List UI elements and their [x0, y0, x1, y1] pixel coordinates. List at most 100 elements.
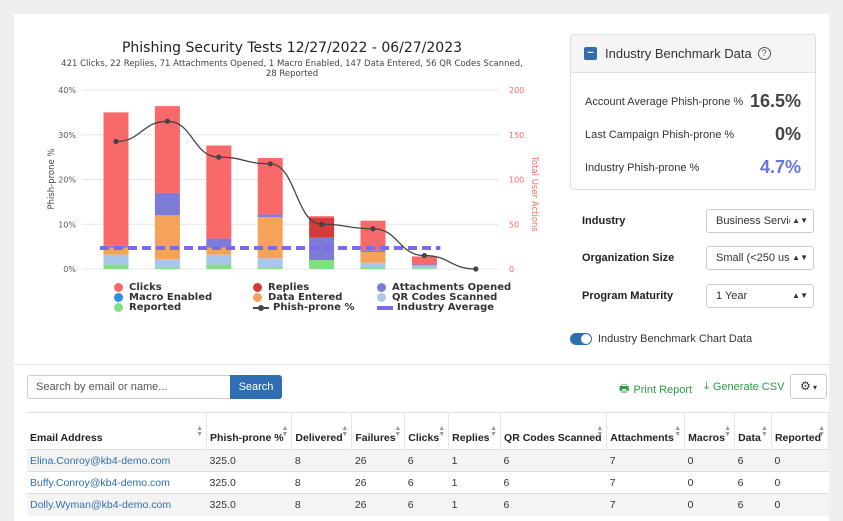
phish-prone-point[interactable]	[421, 252, 427, 259]
sort-icon[interactable]: ▲ ▼	[490, 425, 497, 438]
phish-prone-point[interactable]	[267, 161, 273, 167]
sort-icon[interactable]: ▲ ▼	[196, 425, 203, 438]
benchmark-header[interactable]: − Industry Benchmark Data ?	[571, 35, 815, 73]
benchmark-title: Industry Benchmark Data	[605, 46, 752, 61]
program-maturity-select[interactable]: 1 Year ▲▼	[706, 284, 814, 308]
legend-label: Industry Average	[397, 302, 495, 313]
phish-prone-point[interactable]	[319, 221, 325, 227]
column-header-label: Phish-prone %	[210, 432, 284, 444]
organization-size-select[interactable]: Small (<250 users) ▲▼	[706, 246, 814, 270]
table-cell: 0	[771, 471, 829, 494]
industry-select[interactable]: Business Services ▲▼	[706, 209, 814, 233]
bar-segment-qr-codes-scanned[interactable]	[411, 265, 437, 269]
help-icon[interactable]: ?	[757, 47, 771, 60]
legend-item-phish-prone-[interactable]: Phish-prone %	[253, 302, 354, 313]
sort-icon[interactable]: ▲ ▼	[341, 425, 348, 438]
bar-segment-qr-codes-scanned[interactable]	[103, 254, 129, 265]
sort-icon[interactable]: ▲ ▼	[818, 425, 825, 438]
bar-segment-reported[interactable]	[257, 267, 283, 269]
legend-item-industry-average[interactable]: Industry Average	[377, 302, 494, 313]
column-header[interactable]: Failures ▲ ▼	[351, 412, 406, 450]
search-button[interactable]: Search	[230, 375, 282, 399]
column-header[interactable]: Attachments ▲ ▼	[606, 412, 686, 450]
sort-icon[interactable]: ▲ ▼	[394, 425, 401, 438]
bar-segment-clicks[interactable]	[360, 220, 386, 251]
benchmark-label: Account Average Phish-prone %	[585, 95, 744, 108]
bar-segment-reported[interactable]	[360, 267, 386, 269]
phish-prone-point[interactable]	[164, 118, 170, 124]
bar-segment-reported[interactable]	[103, 264, 129, 269]
bar-segment-data-entered[interactable]	[360, 251, 386, 263]
benchmark-row-industry: Industry Phish-prone % 4.7%	[585, 157, 801, 178]
column-header[interactable]: QR Codes Scanned ▲ ▼	[500, 412, 608, 450]
y-tick-right: 0	[509, 265, 514, 274]
table-cell: 6	[734, 471, 772, 494]
sort-icon[interactable]: ▲ ▼	[761, 425, 768, 438]
report-card: Phishing Security Tests 12/27/2022 - 06/…	[14, 14, 830, 521]
bar-segment-qr-codes-scanned[interactable]	[154, 259, 180, 268]
y-tick-left: 30%	[58, 131, 76, 140]
phish-prone-point[interactable]	[216, 154, 222, 160]
email-link[interactable]: Dolly.Wyman@kb4-demo.com	[27, 493, 207, 516]
sort-icon[interactable]: ▲ ▼	[438, 425, 445, 438]
phish-prone-point[interactable]	[370, 226, 376, 232]
bar-segment-qr-codes-scanned[interactable]	[206, 254, 232, 265]
search-input[interactable]	[27, 375, 231, 399]
table-cell: 8	[291, 471, 352, 494]
column-header[interactable]: Reported ▲ ▼	[771, 412, 830, 450]
bar-segment-attachments-opened[interactable]	[360, 250, 386, 252]
program-maturity-label: Program Maturity	[582, 290, 674, 302]
table-cell: 1	[448, 449, 501, 472]
bar-segment-reported[interactable]	[206, 264, 232, 269]
sort-icon[interactable]: ▲ ▼	[281, 425, 288, 438]
bar-segment-qr-codes-scanned[interactable]	[257, 258, 283, 268]
industry-benchmark-panel: − Industry Benchmark Data ? Account Aver…	[570, 34, 816, 190]
program-maturity-row: Program Maturity 1 Year ▲▼	[582, 284, 814, 308]
table-header-row: Email Address ▲ ▼ Phish-prone % ▲ ▼ Delivered ▲…	[27, 412, 830, 450]
industry-label: Industry	[582, 215, 626, 227]
collapse-icon[interactable]: −	[584, 47, 597, 60]
bar-segment-data-entered[interactable]	[257, 217, 283, 259]
bar-segment-reported[interactable]	[154, 267, 180, 269]
column-header[interactable]: Data ▲ ▼	[734, 412, 772, 450]
column-header[interactable]: Clicks ▲ ▼	[404, 412, 450, 450]
settings-dropdown-button[interactable]: ⚙ ▾	[790, 374, 827, 399]
sort-icon[interactable]: ▲ ▼	[724, 425, 731, 438]
table-cell: 8	[291, 449, 352, 472]
bar-segment-data-entered[interactable]	[154, 215, 180, 260]
table-cell: 6	[404, 449, 449, 472]
email-link[interactable]: Buffy.Conroy@kb4-demo.com	[27, 471, 207, 494]
generate-csv-link[interactable]: ⤓ Generate CSV	[704, 380, 784, 393]
table-cell: 0	[684, 449, 735, 472]
sort-icon[interactable]: ▲ ▼	[596, 425, 603, 438]
download-icon: ⤓	[704, 380, 709, 392]
sort-icon[interactable]: ▲ ▼	[674, 425, 681, 438]
caret-down-icon: ▾	[810, 383, 817, 392]
bar-segment-attachments-opened[interactable]	[411, 264, 437, 266]
bar-segment-attachments-opened[interactable]	[154, 192, 180, 216]
column-header-label: Data	[738, 432, 761, 444]
benchmark-row-last-campaign: Last Campaign Phish-prone % 0%	[585, 124, 801, 145]
bar-segment-clicks[interactable]	[309, 216, 335, 218]
column-header[interactable]: Macros ▲ ▼	[684, 412, 736, 450]
bar-segment-reported[interactable]	[309, 260, 335, 269]
column-header[interactable]: Replies ▲ ▼	[448, 412, 502, 450]
column-header[interactable]: Phish-prone % ▲ ▼	[206, 412, 293, 450]
bar-segment-qr-codes-scanned[interactable]	[360, 262, 386, 268]
chart-title: Phishing Security Tests 12/27/2022 - 06/…	[122, 40, 462, 56]
table-cell: 6	[404, 471, 449, 494]
bar-segment-attachments-opened[interactable]	[257, 214, 283, 218]
email-link[interactable]: Elina.Conroy@kb4-demo.com	[27, 449, 207, 472]
benchmark-chart-toggle[interactable]	[570, 333, 592, 345]
chart-subtitle-line2: 28 Reported	[266, 69, 318, 79]
bar-segment-reported[interactable]	[411, 268, 437, 269]
bar-segment-clicks[interactable]	[103, 112, 129, 246]
column-header[interactable]: Delivered ▲ ▼	[291, 412, 353, 450]
legend-item-reported[interactable]: Reported	[114, 302, 181, 313]
phish-prone-point[interactable]	[113, 138, 119, 145]
phish-prone-point[interactable]	[473, 266, 479, 272]
column-header[interactable]: Email Address ▲ ▼	[27, 412, 208, 450]
table-cell: 8	[291, 493, 352, 516]
print-report-link[interactable]: 🖶 Print Report	[619, 380, 692, 399]
table-cell: 7	[606, 471, 685, 494]
